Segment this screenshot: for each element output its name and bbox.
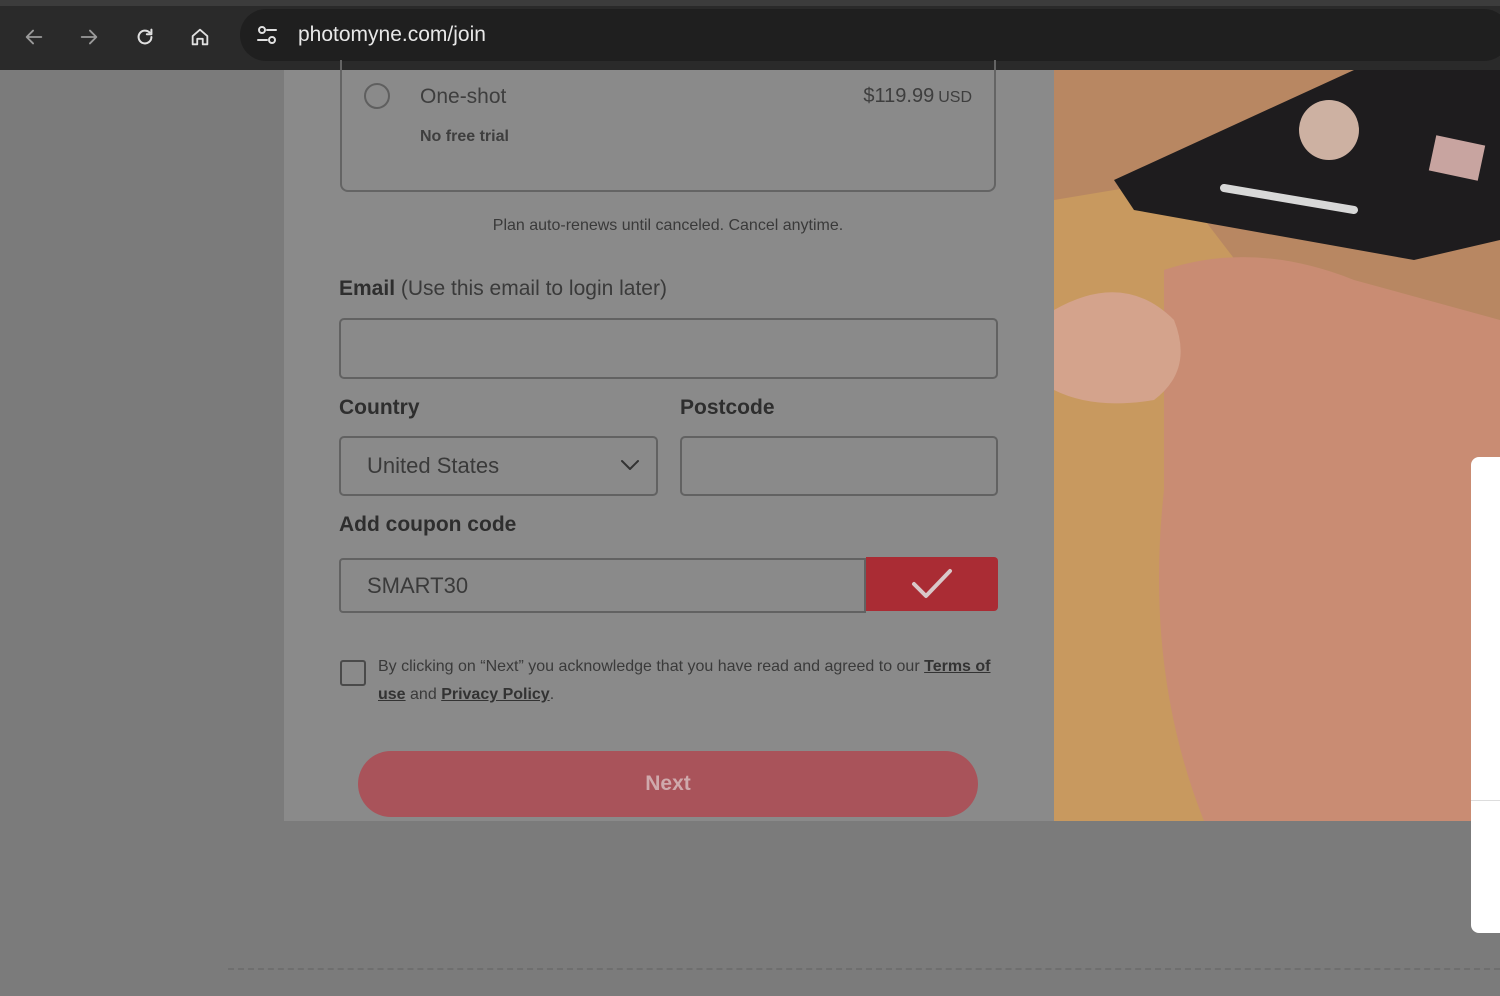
arrow-left-icon: [25, 29, 43, 45]
plan-subtitle: No free trial: [420, 128, 509, 145]
page-overlay: One-shot $119.99 USD No free trial Plan a…: [0, 60, 1500, 996]
forward-button[interactable]: [72, 20, 106, 54]
apply-coupon-button[interactable]: [866, 557, 998, 611]
signup-card: One-shot $119.99 USD No free trial Plan a…: [284, 60, 1054, 821]
plan-name: One-shot: [420, 85, 507, 108]
chevron-down-icon: [621, 460, 639, 470]
coupon-input[interactable]: SMART30: [339, 558, 866, 613]
plan-price: $119.99 USD: [863, 85, 972, 107]
reload-button[interactable]: [128, 20, 162, 54]
hand-holding-phone-image: [1054, 70, 1500, 821]
country-value: United States: [367, 453, 500, 478]
next-button[interactable]: Next: [358, 751, 978, 817]
postcode-field[interactable]: [680, 436, 998, 496]
coupon-label: Add coupon code: [339, 513, 517, 536]
terms-text: By clicking on “Next” you acknowledge th…: [378, 658, 991, 703]
home-icon: [191, 28, 209, 46]
email-hint: (Use this email to login later): [400, 277, 667, 300]
postcode-label: Postcode: [680, 396, 775, 419]
plan-radio[interactable]: [364, 83, 390, 109]
reload-icon: [137, 28, 153, 45]
terms-checkbox[interactable]: [340, 660, 366, 686]
renew-note: Plan auto-renews until canceled. Cancel …: [492, 217, 844, 234]
address-bar[interactable]: photomyne.com/join: [240, 9, 1500, 61]
privacy-policy-link[interactable]: Privacy Policy: [441, 686, 550, 703]
email-field[interactable]: [339, 318, 998, 379]
plan-currency: USD: [938, 89, 972, 106]
home-button[interactable]: [183, 20, 217, 54]
checkmark-icon: [912, 569, 952, 598]
country-select[interactable]: United States: [339, 436, 658, 496]
back-button[interactable]: [17, 20, 51, 54]
side-panel-divider: [1471, 800, 1500, 801]
country-label: Country: [339, 396, 420, 419]
plan-option-one-shot[interactable]: One-shot $119.99 USD No free trial: [340, 60, 996, 192]
site-settings-icon[interactable]: [254, 22, 280, 48]
scanner-photo: [1054, 70, 1500, 821]
email-label: Email (Use this email to login later): [339, 277, 667, 300]
side-widget-panel[interactable]: [1471, 457, 1500, 933]
dashed-divider: [228, 968, 1500, 970]
url-text[interactable]: photomyne.com/join: [298, 23, 486, 47]
arrow-right-icon: [80, 29, 98, 45]
